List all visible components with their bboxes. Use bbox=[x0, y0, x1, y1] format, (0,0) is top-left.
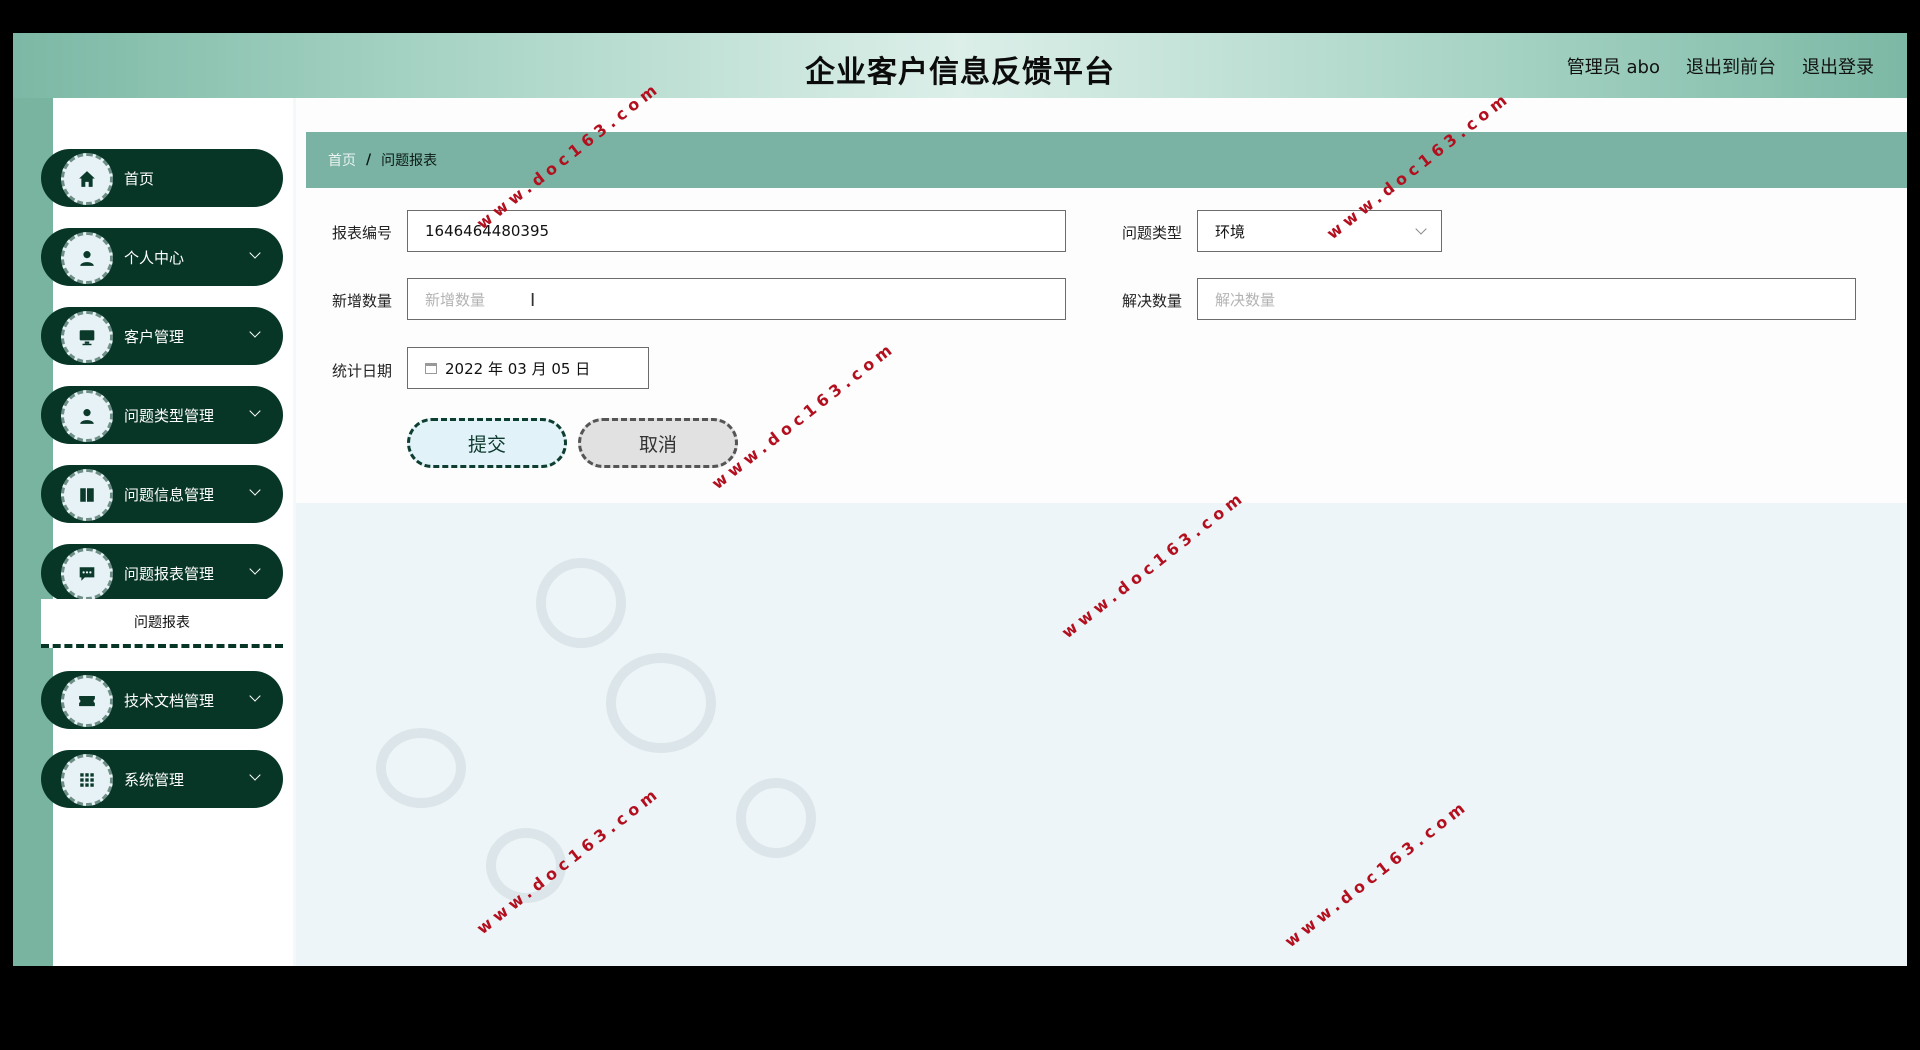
sidebar-item-label: 首页 bbox=[124, 170, 155, 188]
chevron-down-icon bbox=[249, 563, 261, 575]
background-decoration bbox=[606, 653, 716, 753]
sidebar-item-system-management[interactable]: 系统管理 bbox=[41, 750, 283, 808]
book-icon bbox=[61, 469, 113, 521]
report-no-label: 报表编号 bbox=[332, 224, 393, 242]
issue-type-select[interactable]: 环境 bbox=[1197, 210, 1442, 252]
sidebar-item-label: 问题信息管理 bbox=[124, 486, 215, 504]
chevron-down-icon bbox=[249, 769, 261, 781]
issue-type-label: 问题类型 bbox=[1122, 224, 1183, 242]
submenu-item-issue-report[interactable]: 问题报表 bbox=[41, 599, 283, 648]
chat-icon bbox=[61, 548, 113, 600]
chevron-down-icon bbox=[249, 405, 261, 417]
chevron-down-icon bbox=[1415, 223, 1427, 235]
calendar-icon bbox=[425, 362, 437, 374]
sidebar-item-home[interactable]: 首页 bbox=[41, 149, 283, 207]
background-decoration bbox=[536, 558, 626, 648]
breadcrumb: 首页 / 问题报表 bbox=[306, 132, 1907, 188]
sidebar-item-label: 系统管理 bbox=[124, 771, 185, 789]
chevron-down-icon bbox=[249, 484, 261, 496]
sidebar-item-personal-center[interactable]: 个人中心 bbox=[41, 228, 283, 286]
sidebar-accent-strip bbox=[13, 98, 53, 966]
stat-date-picker[interactable]: 2022 年 03 月 05 日 bbox=[407, 347, 649, 389]
sidebar-item-label: 问题类型管理 bbox=[124, 407, 215, 425]
background-decoration bbox=[376, 728, 466, 808]
background-decoration bbox=[736, 778, 816, 858]
chevron-down-icon bbox=[249, 247, 261, 259]
sidebar-item-issue-info-management[interactable]: 问题信息管理 bbox=[41, 465, 283, 523]
stat-date-value: 2022 年 03 月 05 日 bbox=[445, 359, 591, 378]
text-cursor-icon: I bbox=[530, 290, 536, 311]
user-icon bbox=[61, 390, 113, 442]
sidebar-item-label: 问题报表管理 bbox=[124, 565, 215, 583]
issue-type-selected-value: 环境 bbox=[1215, 222, 1246, 241]
sidebar: 首页 个人中心 客户管理 问题类型管理 问题信息管理 问题报表管理 问题报表 技… bbox=[41, 98, 293, 966]
logout-link[interactable]: 退出登录 bbox=[1802, 53, 1874, 79]
sidebar-item-issue-report-management[interactable]: 问题报表管理 bbox=[41, 544, 283, 602]
submit-button[interactable]: 提交 bbox=[407, 418, 567, 468]
top-header: 企业客户信息反馈平台 管理员 abo 退出到前台 退出登录 bbox=[13, 33, 1907, 98]
breadcrumb-separator: / bbox=[366, 152, 372, 168]
sidebar-item-label: 个人中心 bbox=[124, 249, 185, 267]
header-links: 管理员 abo 退出到前台 退出登录 bbox=[1567, 53, 1874, 79]
new-count-label: 新增数量 bbox=[332, 292, 393, 310]
chevron-down-icon bbox=[249, 690, 261, 702]
stat-date-label: 统计日期 bbox=[332, 362, 393, 380]
user-icon bbox=[61, 232, 113, 284]
report-no-field[interactable]: 1646464480395 bbox=[407, 210, 1066, 252]
grid-icon bbox=[61, 754, 113, 806]
home-icon bbox=[61, 153, 113, 205]
breadcrumb-home-link[interactable]: 首页 bbox=[328, 150, 356, 170]
sidebar-item-customer-management[interactable]: 客户管理 bbox=[41, 307, 283, 365]
resolved-count-label: 解决数量 bbox=[1122, 292, 1183, 310]
form-panel: 首页 / 问题报表 报表编号 1646464480395 问题类型 环境 新增数… bbox=[296, 98, 1907, 503]
ticket-icon bbox=[61, 675, 113, 727]
main-content: 首页 / 问题报表 报表编号 1646464480395 问题类型 环境 新增数… bbox=[296, 98, 1907, 966]
front-page-link[interactable]: 退出到前台 bbox=[1686, 53, 1776, 79]
background-decoration bbox=[486, 828, 566, 903]
resolved-count-input[interactable]: 解决数量 bbox=[1197, 278, 1856, 320]
cancel-button[interactable]: 取消 bbox=[578, 418, 738, 468]
sidebar-item-label: 技术文档管理 bbox=[124, 692, 215, 710]
breadcrumb-current: 问题报表 bbox=[381, 153, 438, 169]
sidebar-item-tech-doc-management[interactable]: 技术文档管理 bbox=[41, 671, 283, 729]
admin-user-label[interactable]: 管理员 abo bbox=[1567, 53, 1660, 79]
sidebar-item-label: 客户管理 bbox=[124, 328, 185, 346]
chevron-down-icon bbox=[249, 326, 261, 338]
app-window: 企业客户信息反馈平台 管理员 abo 退出到前台 退出登录 首页 个人中心 客户… bbox=[13, 33, 1907, 966]
monitor-icon bbox=[61, 311, 113, 363]
new-count-input[interactable]: 新增数量 bbox=[407, 278, 1066, 320]
sidebar-item-issue-type-management[interactable]: 问题类型管理 bbox=[41, 386, 283, 444]
